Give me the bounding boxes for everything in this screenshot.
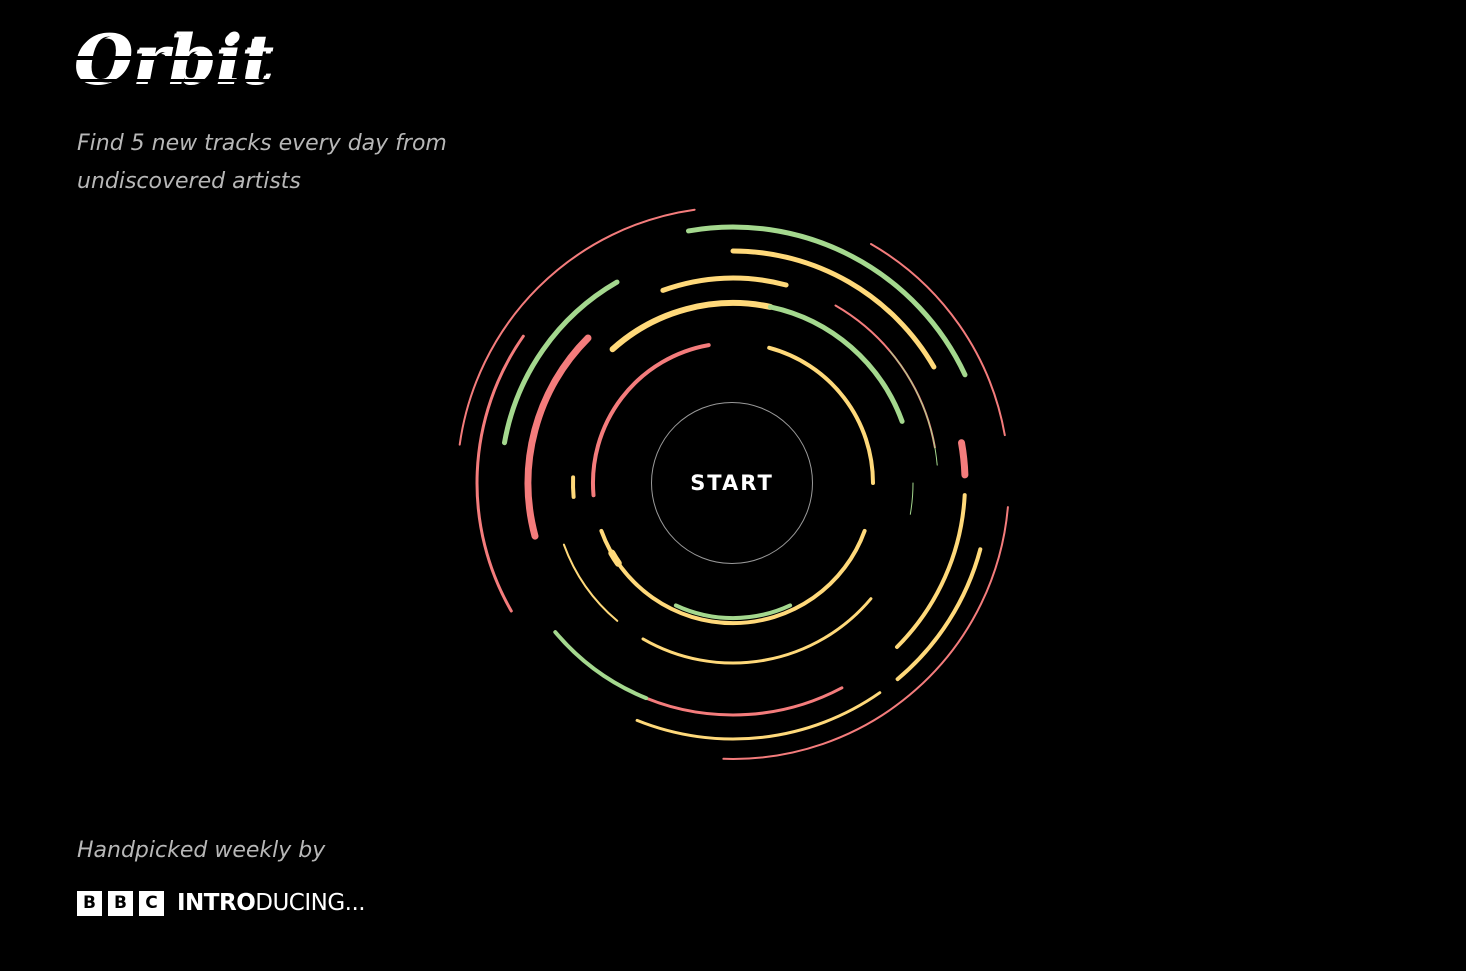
orbit-arc <box>609 300 774 353</box>
bbc-introducing-logo[interactable]: B B C INTRODUCING... <box>77 889 366 917</box>
orbit-arc <box>622 686 844 717</box>
orbit-arc <box>553 630 649 701</box>
introducing-wordmark: INTRODUCING... <box>177 889 366 916</box>
orbit-arc <box>895 547 983 682</box>
orbit-arc <box>562 543 619 622</box>
orbit-arc <box>767 304 905 424</box>
orbit-arc <box>834 304 936 449</box>
orbit-arc <box>895 493 967 649</box>
bbc-block-c: C <box>139 890 164 916</box>
orbit-arc <box>608 549 622 567</box>
orbit-arc <box>475 334 525 613</box>
orbit-arc <box>870 243 1006 437</box>
introducing-rest: DUCING... <box>255 889 366 916</box>
orbit-arc <box>641 597 873 665</box>
handpicked-label: Handpicked weekly by <box>77 838 326 863</box>
start-button[interactable]: START <box>651 402 813 564</box>
orbit-arc <box>524 334 592 540</box>
orbit-arc <box>660 275 789 293</box>
introducing-bold: INTRO <box>177 889 256 916</box>
orbit-arc <box>730 248 937 370</box>
bbc-block-b2: B <box>108 890 133 916</box>
orbit-arc <box>909 482 914 515</box>
orbit-arc <box>958 439 969 479</box>
bbc-block-b1: B <box>77 890 102 916</box>
orbit-arc <box>571 475 576 499</box>
orbit-arc <box>635 691 882 741</box>
orbit-arc <box>458 208 696 446</box>
